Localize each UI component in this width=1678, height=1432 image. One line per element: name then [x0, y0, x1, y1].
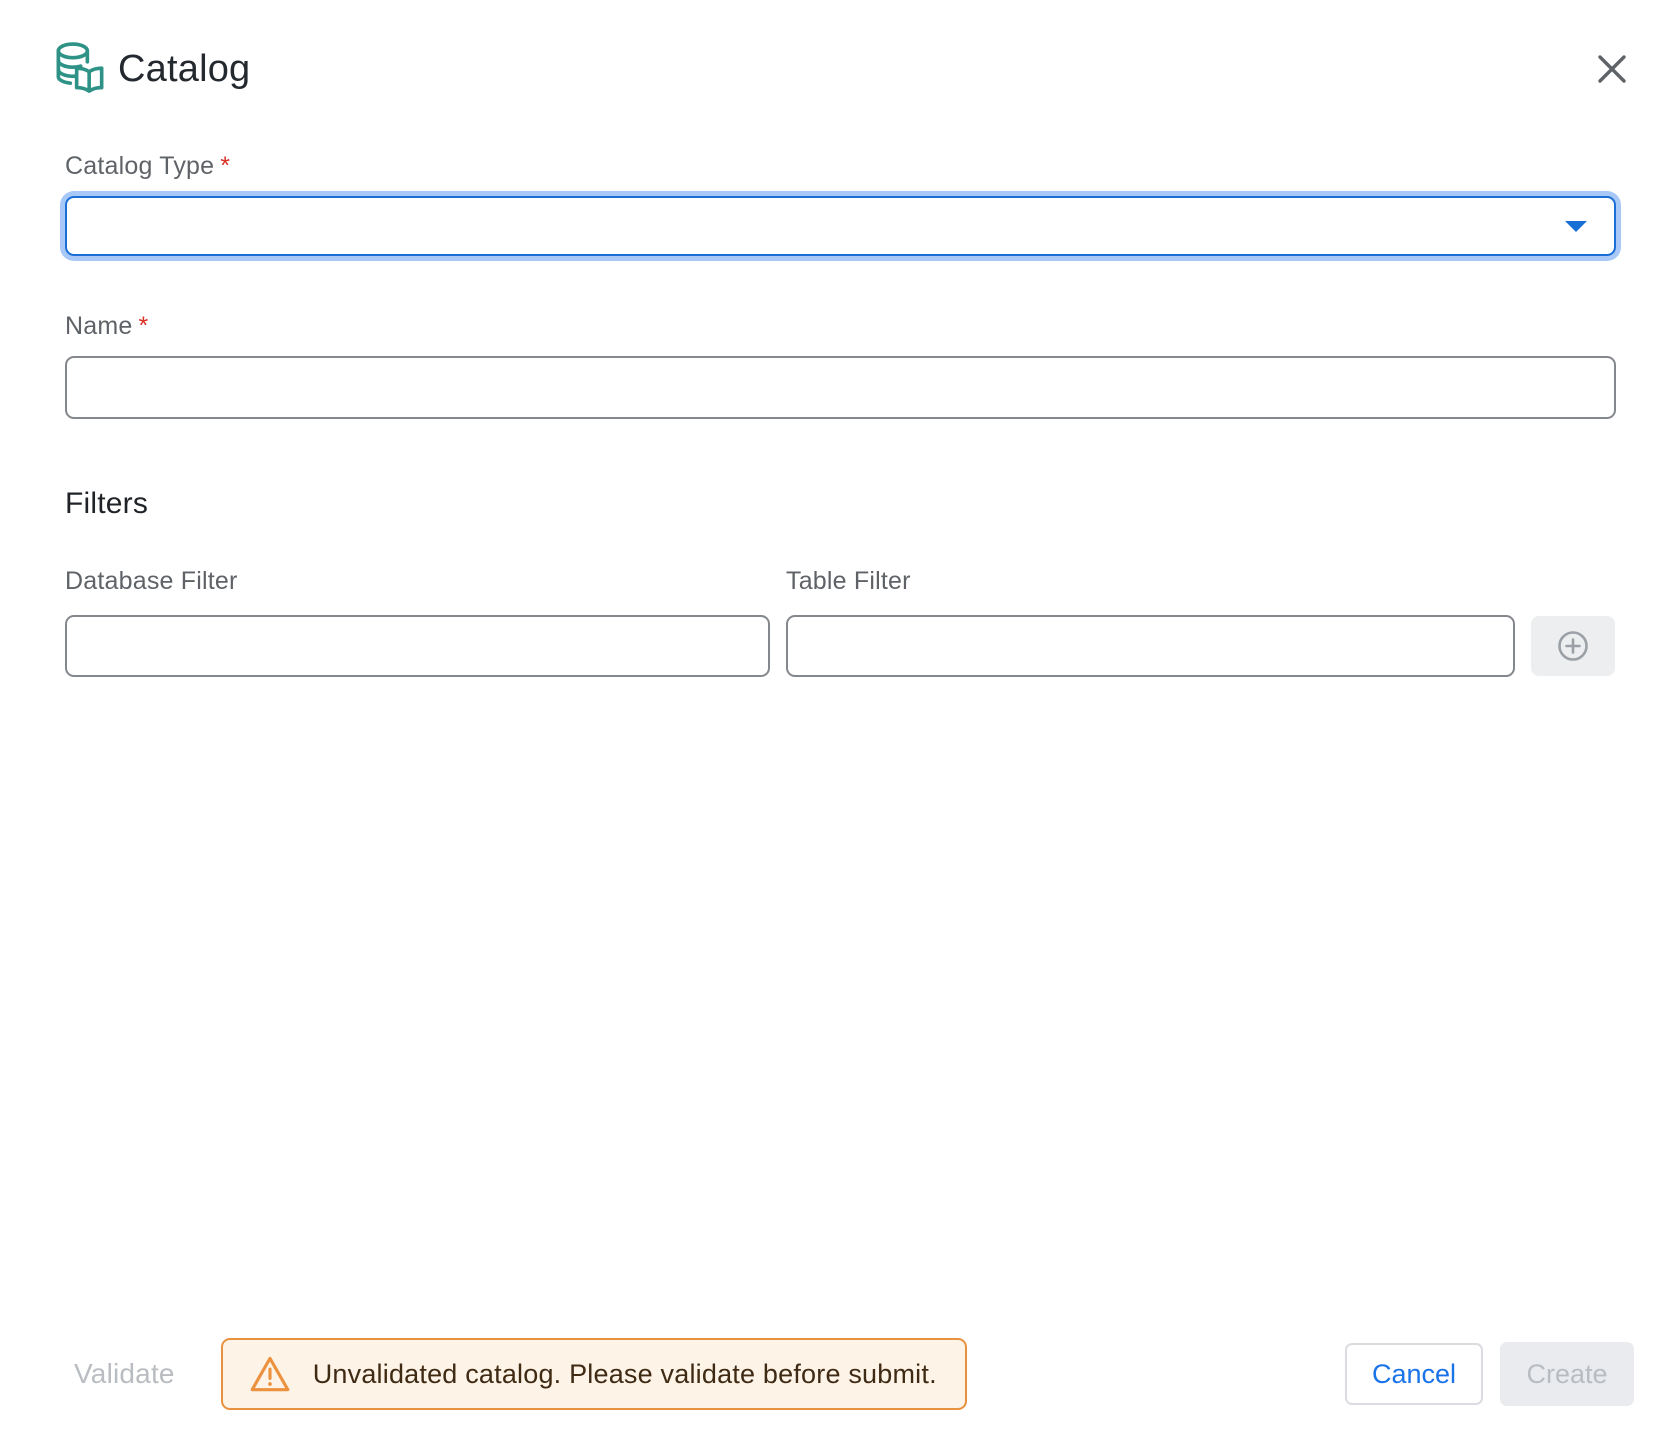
- required-asterisk: *: [139, 312, 149, 340]
- database-book-icon: [52, 38, 110, 100]
- dialog-title: Catalog: [118, 48, 250, 91]
- name-label-text: Name: [65, 312, 133, 340]
- table-filter-label: Table Filter: [786, 567, 1515, 596]
- required-asterisk: *: [220, 152, 230, 180]
- catalog-dialog: Catalog Catalog Type* Name* Filters Data…: [0, 0, 1678, 677]
- catalog-type-field: Catalog Type*: [65, 152, 1616, 256]
- database-filter-label: Database Filter: [65, 567, 770, 596]
- cancel-button[interactable]: Cancel: [1345, 1343, 1483, 1405]
- name-input[interactable]: [65, 356, 1616, 419]
- validation-warning-banner: Unvalidated catalog. Please validate bef…: [221, 1338, 967, 1410]
- dialog-header: Catalog: [0, 0, 1678, 100]
- create-button[interactable]: Create: [1500, 1342, 1634, 1406]
- validate-button[interactable]: Validate: [74, 1358, 175, 1390]
- database-filter-field: Database Filter: [65, 567, 770, 677]
- table-filter-field: Table Filter: [786, 567, 1515, 677]
- name-label: Name*: [65, 312, 1616, 341]
- caret-down-icon: [1565, 221, 1587, 232]
- table-filter-input[interactable]: [786, 615, 1515, 677]
- catalog-type-label-text: Catalog Type: [65, 152, 214, 180]
- database-filter-input[interactable]: [65, 615, 770, 677]
- add-filter-button[interactable]: [1531, 616, 1615, 676]
- filters-heading: Filters: [65, 487, 1616, 521]
- catalog-type-label: Catalog Type*: [65, 152, 1616, 181]
- warning-triangle-icon: [249, 1354, 291, 1394]
- add-circle-icon: [1553, 626, 1593, 666]
- name-field: Name*: [65, 312, 1616, 419]
- catalog-type-select[interactable]: [65, 196, 1616, 256]
- close-icon: [1594, 51, 1630, 87]
- filters-row: Database Filter Table Filter: [65, 567, 1616, 677]
- warning-message: Unvalidated catalog. Please validate bef…: [313, 1359, 937, 1390]
- dialog-footer: Validate Unvalidated catalog. Please val…: [0, 1338, 1678, 1410]
- dialog-body: Catalog Type* Name* Filters Database Fil…: [0, 152, 1678, 677]
- close-button[interactable]: [1590, 47, 1634, 91]
